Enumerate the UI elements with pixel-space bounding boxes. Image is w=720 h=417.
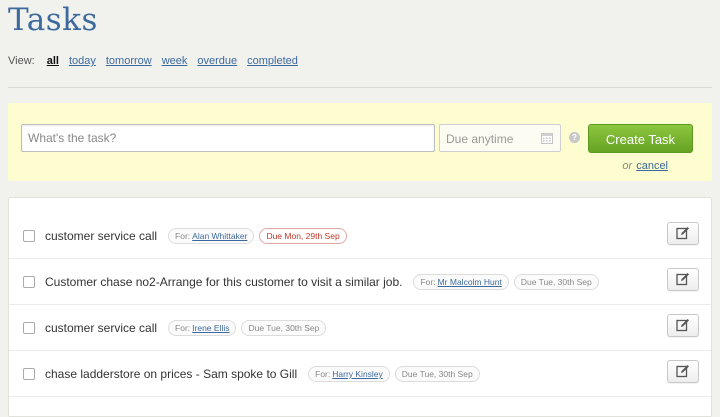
edit-icon [676,365,689,378]
due-date-field[interactable]: Due anytime [439,124,561,152]
assignee-link[interactable]: Irene Ellis [192,323,229,333]
edit-task-button[interactable] [667,268,699,291]
assignee-link[interactable]: Alan Whittaker [192,231,247,241]
for-label: For: [315,369,331,379]
filter-today[interactable]: today [69,55,96,67]
filter-all[interactable]: all [47,55,59,67]
assignee-badge: For: Irene Ellis [168,320,237,336]
due-date-placeholder: Due anytime [446,132,514,146]
assignee-badge: For: Alan Whittaker [168,228,255,244]
assignee-badge: For: Harry Kinsley [308,366,390,382]
task-checkbox[interactable] [23,276,35,288]
edit-icon [676,273,689,286]
assignee-link[interactable]: Mr Malcolm Hunt [438,277,502,287]
create-task-button[interactable]: Create Task [588,124,693,153]
for-label: For: [175,323,191,333]
assignee-badge: For: Mr Malcolm Hunt [413,274,509,290]
filter-week[interactable]: week [162,55,188,67]
task-row: chase ladderstore on prices - Sam spoke … [9,351,711,397]
task-text: customer service call [45,229,158,243]
header-divider [8,87,712,88]
due-badge: Due Tue, 30th Sep [513,274,599,290]
edit-task-button[interactable] [667,314,699,337]
edit-task-button[interactable] [667,222,699,245]
task-input[interactable] [21,124,435,152]
task-list: customer service call For: Alan Whittaker… [8,197,712,417]
calendar-icon[interactable] [541,132,553,144]
due-badge: Due Tue, 30th Sep [241,320,327,336]
task-text: customer service call [45,321,158,335]
view-filter-bar: View: all today tomorrow week overdue co… [8,55,298,67]
due-badge: Due Mon, 29th Sep [259,228,347,244]
or-cancel: or cancel [622,160,668,172]
filter-overdue[interactable]: overdue [197,55,237,67]
filter-tomorrow[interactable]: tomorrow [106,55,152,67]
task-checkbox[interactable] [23,230,35,242]
help-icon[interactable]: ? [569,132,580,143]
task-text: Customer chase no2-Arrange for this cust… [45,275,403,289]
page-title: Tasks [8,2,98,38]
task-checkbox[interactable] [23,322,35,334]
assignee-link[interactable]: Harry Kinsley [332,369,383,379]
for-label: For: [175,231,191,241]
task-text: chase ladderstore on prices - Sam spoke … [45,367,298,381]
new-task-form: Due anytime ? Create Task orcancel [8,103,712,181]
task-row: customer service call For: Irene Ellis Du… [9,305,711,351]
view-label: View: [8,55,35,67]
edit-icon [676,227,689,240]
filter-completed[interactable]: completed [247,55,298,67]
edit-icon [676,319,689,332]
due-badge: Due Tue, 30th Sep [394,366,480,382]
edit-task-button[interactable] [667,360,699,383]
or-label: or [622,160,633,172]
task-row: Customer chase no2-Arrange for this cust… [9,259,711,305]
task-checkbox[interactable] [23,368,35,380]
for-label: For: [420,277,436,287]
cancel-link[interactable]: cancel [636,160,668,172]
task-row: customer service call For: Alan Whittaker… [9,213,711,259]
